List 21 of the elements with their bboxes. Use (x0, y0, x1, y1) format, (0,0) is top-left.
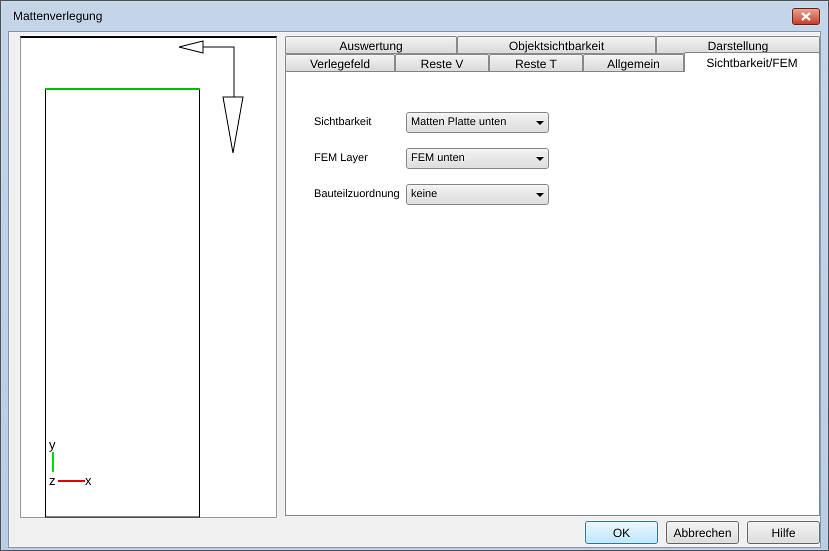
dialog-button[interactable]: Abbrechen (666, 521, 739, 544)
axis-label: x (85, 474, 92, 487)
dialog-button[interactable]: OK (585, 521, 658, 544)
field-label: Sichtbarkeit (314, 115, 372, 130)
dialog-button[interactable]: Hilfe (747, 521, 820, 544)
dropdown[interactable]: Matten Platte unten (406, 112, 549, 133)
window-title: Mattenverlegung (13, 8, 102, 25)
axis-label: z (49, 474, 56, 487)
field-label: Bauteilzuordnung (314, 187, 401, 202)
dropdown[interactable]: FEM unten (406, 148, 549, 169)
tab[interactable]: Sichtbarkeit/FEM (684, 52, 820, 72)
tab[interactable]: Reste T (489, 54, 583, 72)
tab[interactable]: Reste V (395, 54, 489, 72)
field-label: FEM Layer (314, 151, 369, 166)
dropdown[interactable]: keine (406, 184, 549, 205)
tab[interactable]: Auswertung (285, 36, 457, 54)
tab[interactable]: Allgemein (583, 54, 684, 72)
axis-label: y (49, 438, 56, 451)
tab[interactable]: Darstellung (656, 36, 820, 54)
tab[interactable]: Verlegefeld (285, 54, 395, 72)
tab[interactable]: Objektsichtbarkeit (457, 36, 656, 54)
